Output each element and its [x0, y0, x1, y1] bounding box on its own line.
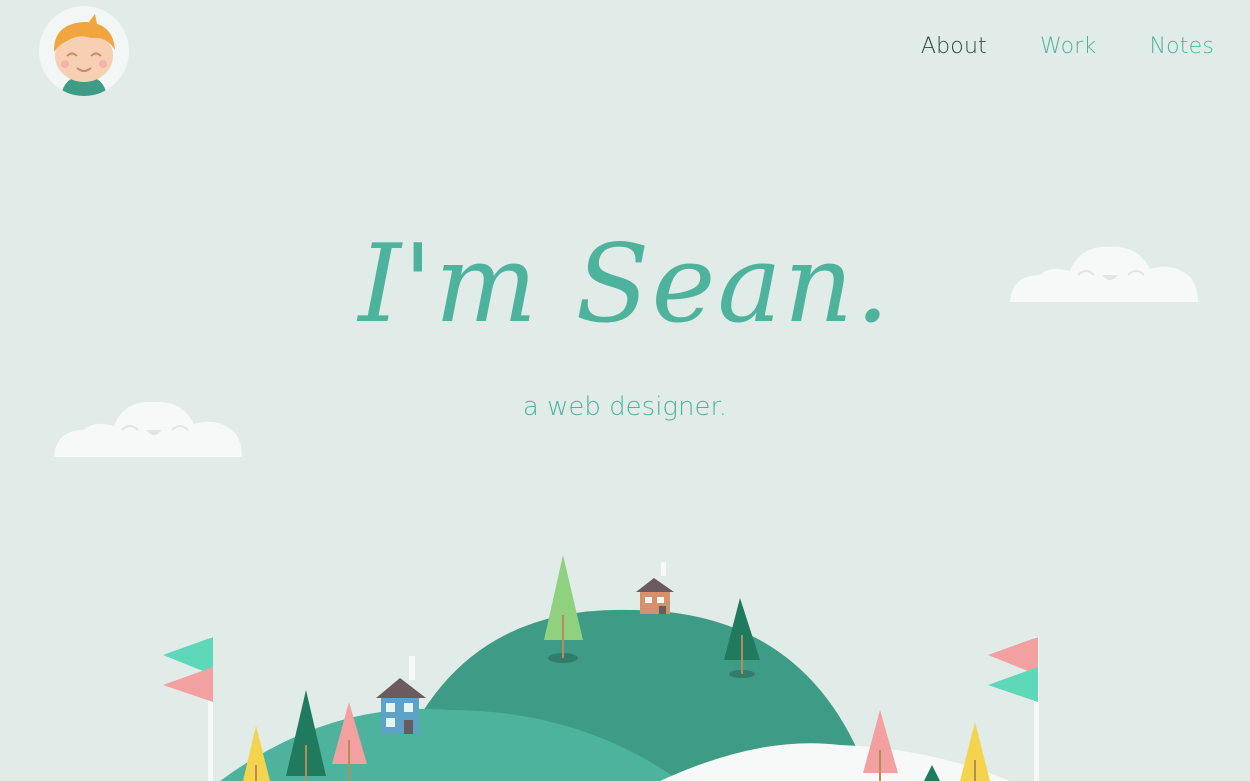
cloud-left-icon: [54, 401, 242, 457]
nav-work[interactable]: Work: [1040, 34, 1097, 59]
hills-landscape-illustration: [163, 555, 1039, 781]
flag-left-icon: [163, 637, 213, 781]
cloud-right-icon: [1010, 246, 1198, 302]
avatar-logo[interactable]: [39, 6, 129, 96]
house-icon: [376, 656, 426, 734]
boy-face-icon: [53, 14, 115, 96]
tree-icon: [863, 710, 898, 781]
flag-right-icon: [988, 637, 1039, 781]
nav-notes[interactable]: Notes: [1149, 34, 1214, 59]
tree-icon: [960, 722, 990, 781]
house-icon: [636, 562, 674, 614]
main-nav: About Work Notes: [921, 34, 1214, 59]
nav-about[interactable]: About: [921, 34, 987, 59]
